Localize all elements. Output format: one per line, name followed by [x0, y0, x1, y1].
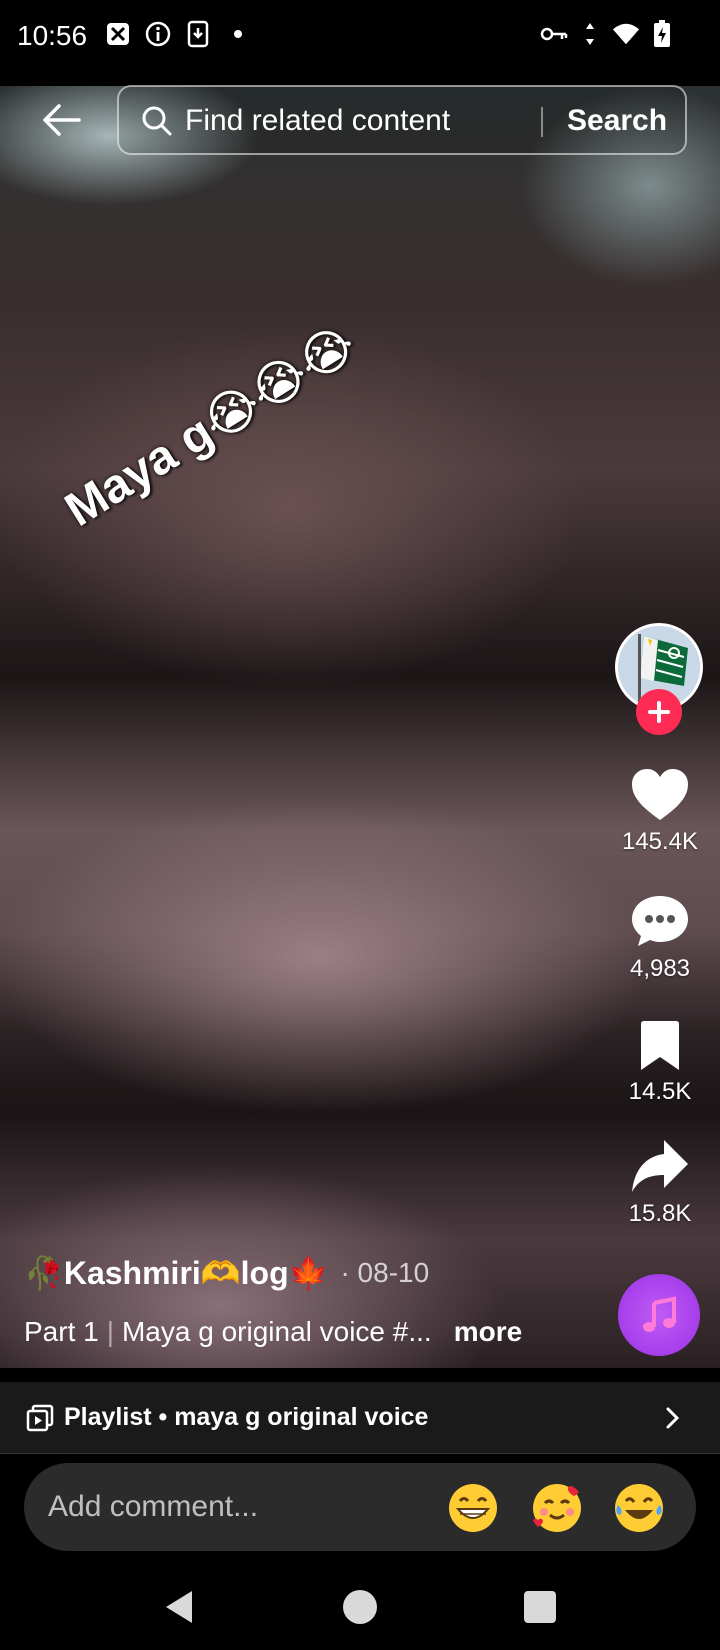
- follow-button[interactable]: [636, 689, 682, 735]
- caption-part-label: Part 1: [24, 1316, 99, 1347]
- app-notification-icon: [104, 20, 132, 48]
- search-bar[interactable]: Find related content Search: [117, 85, 687, 155]
- search-icon: [142, 106, 172, 136]
- like-count: 145.4K: [621, 828, 699, 855]
- author-row[interactable]: 🥀Kashmiri🫶log🍁 · 08-10: [24, 1254, 429, 1292]
- search-input[interactable]: Find related content: [185, 104, 450, 138]
- like-button[interactable]: 145.4K: [610, 768, 710, 856]
- share-arrow-icon: [632, 1140, 688, 1192]
- caption[interactable]: Part 1 | Maya g original voice #... more: [24, 1316, 522, 1348]
- playlist-label: Playlist • maya g original voice: [64, 1403, 429, 1431]
- bookmark-button[interactable]: 14.5K: [610, 1020, 710, 1106]
- battery-icon: [648, 20, 676, 48]
- music-disc-button[interactable]: [618, 1274, 700, 1356]
- bookmark-count: 14.5K: [628, 1078, 692, 1105]
- grin-emoji-button[interactable]: [446, 1481, 500, 1535]
- comment-count: 4,983: [629, 955, 691, 982]
- post-date: · 08-10: [340, 1257, 430, 1288]
- video-overlay-text: Maya g😭😭😭: [56, 316, 365, 537]
- music-note-icon: [643, 1296, 676, 1332]
- tears-of-joy-emoji-button[interactable]: [612, 1481, 666, 1535]
- playlist-icon: [26, 1404, 54, 1432]
- data-arrows-icon: [576, 20, 604, 48]
- back-button[interactable]: [36, 98, 86, 142]
- info-icon: [144, 20, 172, 48]
- love-hearts-emoji-button[interactable]: [530, 1481, 584, 1535]
- caption-separator: |: [106, 1316, 114, 1347]
- system-navigation-bar: [0, 1565, 720, 1650]
- nav-recents-icon[interactable]: [520, 1587, 560, 1627]
- nav-back-icon[interactable]: [160, 1587, 200, 1627]
- bookmark-icon: [641, 1021, 679, 1070]
- status-bar: 10:56: [0, 0, 720, 74]
- arrow-left-icon: [43, 104, 81, 136]
- vpn-key-icon: [540, 20, 568, 48]
- plus-icon: [648, 701, 670, 723]
- download-icon: [184, 20, 212, 48]
- share-button[interactable]: 15.8K: [610, 1138, 710, 1228]
- chevron-right-icon: [666, 1407, 680, 1429]
- caption-more-link[interactable]: more: [454, 1316, 522, 1348]
- comment-button[interactable]: 4,983: [610, 893, 710, 983]
- wifi-icon: [612, 20, 640, 48]
- search-button[interactable]: Search: [567, 104, 667, 138]
- comment-bubble-icon: [632, 896, 688, 946]
- status-time: 10:56: [17, 20, 88, 51]
- search-divider: [541, 107, 543, 137]
- comment-input[interactable]: Add comment...: [24, 1463, 696, 1551]
- playlist-bar[interactable]: Playlist • maya g original voice: [0, 1382, 720, 1454]
- share-count: 15.8K: [628, 1200, 692, 1227]
- heart-icon: [632, 769, 688, 820]
- author-name[interactable]: 🥀Kashmiri🫶log🍁: [24, 1254, 328, 1292]
- comment-area: Add comment...: [0, 1455, 720, 1565]
- caption-text: Maya g original voice #...: [121, 1316, 432, 1347]
- dot-icon: [224, 20, 252, 48]
- nav-home-icon[interactable]: [340, 1587, 380, 1627]
- comment-placeholder[interactable]: Add comment...: [48, 1490, 258, 1524]
